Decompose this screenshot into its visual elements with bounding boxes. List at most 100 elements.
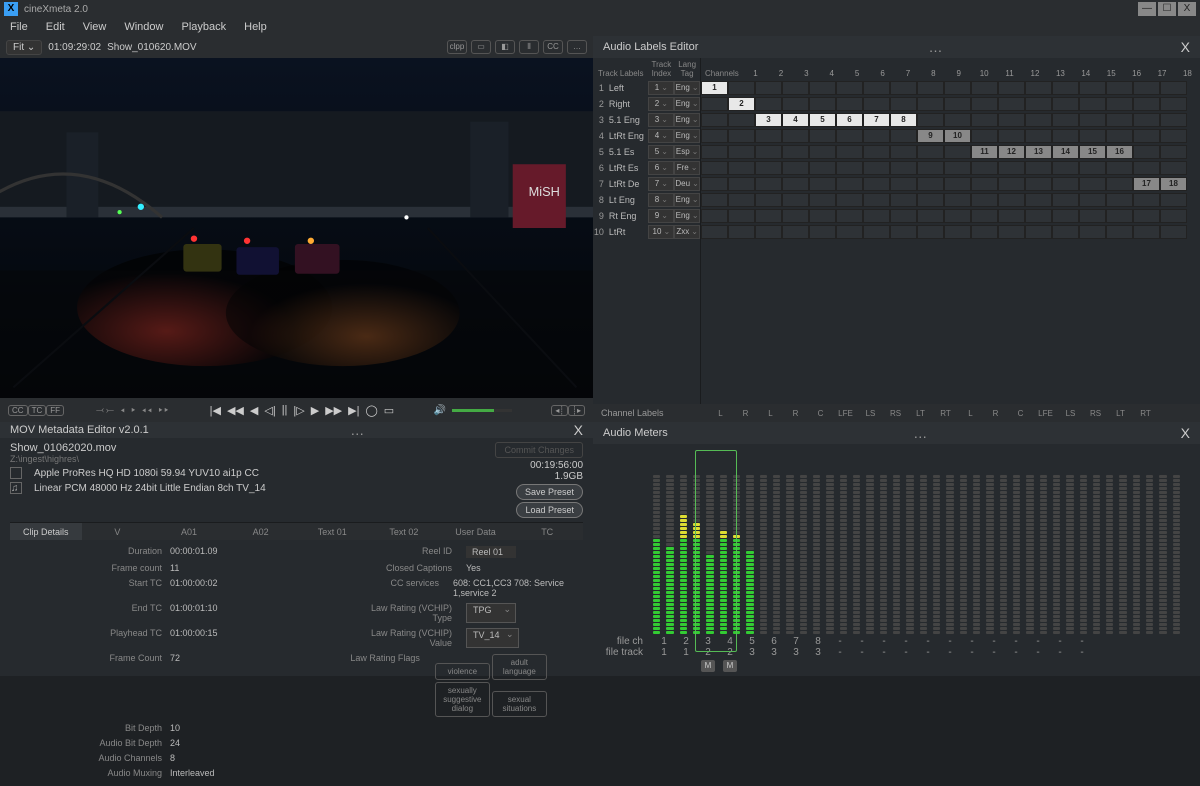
channel-cell[interactable]: [1133, 113, 1160, 127]
channel-cell[interactable]: [1106, 113, 1133, 127]
channel-cell[interactable]: [944, 161, 971, 175]
track-name[interactable]: Left: [607, 83, 649, 93]
channel-cell[interactable]: [728, 161, 755, 175]
channel-cell[interactable]: [728, 145, 755, 159]
channel-cell[interactable]: [1133, 209, 1160, 223]
channel-cell[interactable]: [701, 193, 728, 207]
channel-cell[interactable]: 9: [917, 129, 944, 143]
channel-cell[interactable]: [809, 129, 836, 143]
channel-cell[interactable]: [728, 81, 755, 95]
channel-cell[interactable]: [1052, 97, 1079, 111]
channel-cell[interactable]: [755, 129, 782, 143]
channel-cell[interactable]: [998, 81, 1025, 95]
transport-button[interactable]: ▶: [311, 404, 319, 417]
channel-cell[interactable]: [971, 161, 998, 175]
channel-cell[interactable]: [944, 225, 971, 239]
menu-view[interactable]: View: [83, 21, 107, 33]
channel-cell[interactable]: [998, 113, 1025, 127]
channel-cell[interactable]: [1133, 145, 1160, 159]
transport-button[interactable]: ◯: [365, 404, 377, 417]
channel-cell[interactable]: [890, 81, 917, 95]
channel-cell[interactable]: [1079, 97, 1106, 111]
volume-slider[interactable]: [452, 409, 512, 412]
mute-solo-button[interactable]: M: [701, 660, 715, 672]
channel-cell[interactable]: [836, 193, 863, 207]
track-index-select[interactable]: 4: [648, 129, 674, 143]
channel-cell[interactable]: [1160, 209, 1187, 223]
tab-text-01[interactable]: Text 01: [297, 523, 369, 540]
channel-cell[interactable]: [917, 193, 944, 207]
channel-cell[interactable]: [1052, 81, 1079, 95]
channel-cell[interactable]: [1052, 113, 1079, 127]
channel-cell[interactable]: [971, 193, 998, 207]
channel-cell[interactable]: [1133, 193, 1160, 207]
channel-cell[interactable]: [971, 97, 998, 111]
channel-cell[interactable]: [755, 145, 782, 159]
channel-cell[interactable]: [998, 193, 1025, 207]
channel-cell[interactable]: [1106, 97, 1133, 111]
channel-cell[interactable]: [782, 193, 809, 207]
toolbar-icon[interactable]: ⫴: [519, 40, 539, 54]
channel-cell[interactable]: [1079, 225, 1106, 239]
channel-cell[interactable]: 14: [1052, 145, 1079, 159]
channel-cell[interactable]: [1025, 97, 1052, 111]
channel-cell[interactable]: [782, 161, 809, 175]
track-name[interactable]: 5.1 Eng: [607, 115, 649, 125]
track-index-select[interactable]: 3: [648, 113, 674, 127]
channel-cell[interactable]: 2: [728, 97, 755, 111]
channel-cell[interactable]: [755, 81, 782, 95]
maximize-button[interactable]: ☐: [1158, 2, 1176, 16]
track-lang-select[interactable]: Fre: [674, 161, 700, 175]
channel-cell[interactable]: [1106, 193, 1133, 207]
track-index-select[interactable]: 1: [648, 81, 674, 95]
channel-cell[interactable]: [971, 129, 998, 143]
tab-user-data[interactable]: User Data: [440, 523, 512, 540]
channel-cell[interactable]: [917, 225, 944, 239]
channel-cell[interactable]: [1052, 177, 1079, 191]
channel-cell[interactable]: 3: [755, 113, 782, 127]
channel-cell[interactable]: [863, 145, 890, 159]
video-viewport[interactable]: MiSH: [0, 58, 593, 398]
channel-cell[interactable]: [836, 209, 863, 223]
track-index-select[interactable]: 8: [648, 193, 674, 207]
channel-cell[interactable]: [944, 193, 971, 207]
channel-cell[interactable]: [701, 97, 728, 111]
channel-cell[interactable]: [1052, 193, 1079, 207]
flag-button[interactable]: adult language: [492, 654, 547, 680]
channel-cell[interactable]: [728, 113, 755, 127]
marker-button[interactable]: ┊▸: [568, 405, 585, 416]
track-name[interactable]: LtRt De: [607, 179, 649, 189]
toolbar-icon[interactable]: CC: [543, 40, 563, 54]
channel-cell[interactable]: [998, 129, 1025, 143]
close-icon[interactable]: X: [1181, 425, 1190, 441]
channel-cell[interactable]: [1133, 81, 1160, 95]
track-index-select[interactable]: 7: [648, 177, 674, 191]
channel-cell[interactable]: [701, 177, 728, 191]
channel-cell[interactable]: 8: [890, 113, 917, 127]
channel-cell[interactable]: [782, 209, 809, 223]
transport-button[interactable]: ◀: [250, 404, 258, 417]
channel-cell[interactable]: [1106, 161, 1133, 175]
channel-cell[interactable]: [1025, 209, 1052, 223]
channel-cell[interactable]: [1133, 161, 1160, 175]
channel-cell[interactable]: [836, 145, 863, 159]
mute-solo-button[interactable]: M: [723, 660, 737, 672]
channel-cell[interactable]: [836, 81, 863, 95]
channel-cell[interactable]: [809, 193, 836, 207]
channel-cell[interactable]: [944, 97, 971, 111]
channel-cell[interactable]: [890, 161, 917, 175]
channel-cell[interactable]: [1079, 113, 1106, 127]
channel-cell[interactable]: 5: [809, 113, 836, 127]
channel-cell[interactable]: [809, 81, 836, 95]
channel-cell[interactable]: [890, 129, 917, 143]
channel-cell[interactable]: [701, 129, 728, 143]
channel-cell[interactable]: [1133, 97, 1160, 111]
channel-cell[interactable]: 7: [863, 113, 890, 127]
channel-cell[interactable]: [998, 97, 1025, 111]
channel-cell[interactable]: [1025, 129, 1052, 143]
load-preset-button[interactable]: Load Preset: [516, 502, 583, 518]
track-index-select[interactable]: 6: [648, 161, 674, 175]
channel-cell[interactable]: [998, 161, 1025, 175]
minimize-button[interactable]: —: [1138, 2, 1156, 16]
channel-cell[interactable]: 6: [836, 113, 863, 127]
